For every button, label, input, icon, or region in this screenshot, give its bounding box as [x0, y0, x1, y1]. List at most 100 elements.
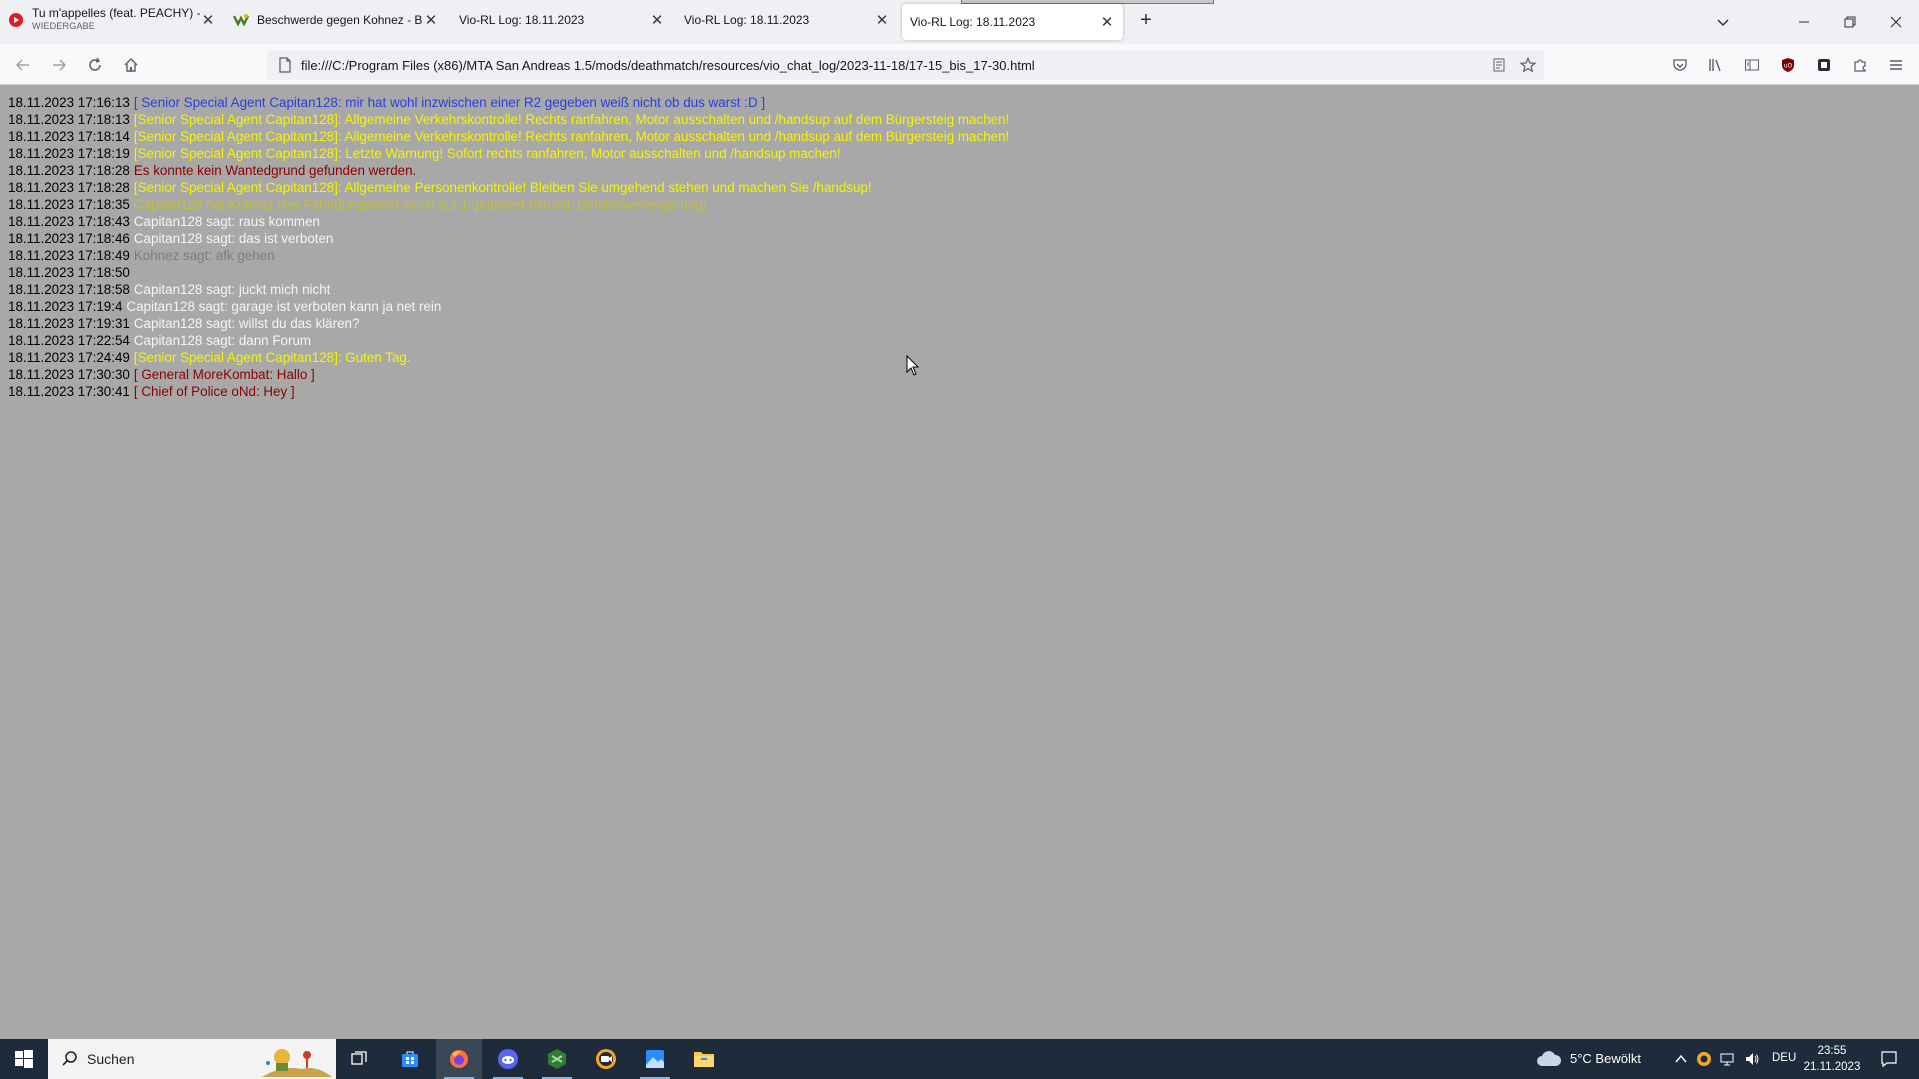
tab-playing-label: WIEDERGABE	[32, 21, 96, 31]
capture-app-button[interactable]	[583, 1039, 629, 1079]
log-timestamp: 18.11.2023 17:30:30	[8, 367, 130, 382]
log-message: Capitan128 sagt: raus kommen	[133, 214, 320, 229]
clock[interactable]: 23:55 21.11.2023	[1787, 1043, 1877, 1075]
arrow-left-icon	[15, 59, 29, 71]
close-icon[interactable]: ✕	[874, 12, 890, 29]
tab-youtube[interactable]: Tu m'appelles (feat. PEACHY) - WIEDERGAB…	[8, 0, 216, 40]
log-message: [ Senior Special Agent Capitan128: mir h…	[133, 95, 766, 110]
mouse-cursor-icon	[906, 355, 920, 376]
capture-icon	[596, 1049, 616, 1069]
taskbar-search[interactable]: Suchen	[48, 1039, 336, 1079]
log-message: Capitan128 hat Kohnez den Fahndungslevel…	[133, 197, 708, 212]
log-timestamp: 18.11.2023 17:16:13	[8, 95, 130, 110]
back-button[interactable]	[10, 52, 36, 78]
log-timestamp: 18.11.2023 17:22:54	[8, 333, 130, 348]
tab-title: Vio-RL Log: 18.11.2023	[684, 13, 810, 27]
close-icon[interactable]: ✕	[423, 12, 439, 29]
menu-button[interactable]	[1885, 54, 1907, 76]
network-icon[interactable]	[1719, 1051, 1735, 1067]
volume-icon[interactable]	[1744, 1051, 1760, 1067]
log-row: 18.11.2023 17:18:28 [Senior Special Agent…	[8, 179, 1009, 196]
game-icon	[548, 1049, 566, 1069]
sidebar-icon	[1745, 59, 1759, 71]
chevron-down-icon	[1717, 19, 1729, 26]
list-all-tabs-button[interactable]	[1700, 0, 1746, 44]
hamburger-menu-icon	[1890, 60, 1902, 70]
log-row: 18.11.2023 17:18:43 Capitan128 sagt: raus…	[8, 213, 1009, 230]
tab-title: Tu m'appelles (feat. PEACHY) -	[32, 7, 200, 20]
chevron-up-icon[interactable]	[1674, 1052, 1688, 1066]
firefox-icon	[450, 1050, 468, 1068]
extensions-button[interactable]	[1849, 54, 1871, 76]
forward-button[interactable]	[46, 52, 72, 78]
pocket-button[interactable]	[1669, 54, 1691, 76]
close-icon[interactable]: ✕	[649, 12, 665, 29]
file-explorer-app-button[interactable]	[681, 1039, 727, 1079]
close-icon[interactable]: ✕	[1099, 14, 1115, 31]
log-message: Capitan128 sagt: das ist verboten	[133, 231, 334, 246]
navigation-toolbar: file:///C:/Program Files (x86)/MTA San A…	[0, 44, 1919, 85]
log-message: Capitan128 sagt: juckt mich nicht	[133, 282, 331, 297]
reader-view-icon[interactable]	[1489, 55, 1509, 75]
extension-button[interactable]	[1813, 54, 1835, 76]
tray-app-icon[interactable]	[1696, 1051, 1712, 1067]
firefox-app-button[interactable]	[436, 1039, 482, 1079]
log-row: 18.11.2023 17:19:31 Capitan128 sagt: will…	[8, 315, 1009, 332]
pocket-icon	[1673, 59, 1687, 71]
sidebar-button[interactable]	[1741, 54, 1763, 76]
photos-icon	[646, 1050, 664, 1068]
game-app-button[interactable]	[534, 1039, 580, 1079]
ublock-shield-icon: uO	[1782, 58, 1794, 72]
log-message: Kohnez sagt: afk gehen	[133, 248, 275, 263]
chat-log: 18.11.2023 17:16:13[ Senior Special Agen…	[8, 94, 1009, 400]
library-icon	[1709, 59, 1721, 72]
tab-forum[interactable]: Beschwerde gegen Kohnez - Be ✕	[233, 0, 439, 40]
log-timestamp: 18.11.2023 17:18:14	[8, 129, 130, 144]
log-timestamp: 18.11.2023 17:18:13	[8, 112, 130, 127]
reload-button[interactable]	[82, 52, 108, 78]
log-message: [Senior Special Agent Capitan128]: Allge…	[133, 112, 1010, 127]
photos-app-button[interactable]	[632, 1039, 678, 1079]
notification-icon[interactable]	[1880, 1050, 1898, 1068]
tab-log-active[interactable]: Vio-RL Log: 18.11.2023 ✕	[902, 4, 1123, 40]
tab-log-2[interactable]: Vio-RL Log: 18.11.2023 ✕	[684, 0, 890, 40]
url-bar[interactable]: file:///C:/Program Files (x86)/MTA San A…	[267, 50, 1544, 80]
close-icon[interactable]: ✕	[200, 12, 216, 29]
bookmark-star-icon[interactable]	[1518, 55, 1538, 75]
tab-strip: Tu m'appelles (feat. PEACHY) - WIEDERGAB…	[0, 0, 1919, 44]
store-icon	[402, 1051, 418, 1067]
restore-button[interactable]	[1827, 0, 1873, 44]
weather-label[interactable]: 5°C Bewölkt	[1570, 1051, 1641, 1066]
log-timestamp: 18.11.2023 17:30:41	[8, 384, 130, 399]
ublock-extension-button[interactable]: uO	[1777, 54, 1799, 76]
minimize-button[interactable]	[1781, 0, 1827, 44]
folder-icon	[694, 1052, 714, 1067]
close-icon	[1890, 16, 1902, 28]
log-message: [ General MoreKombat: Hallo ]	[133, 367, 315, 382]
discord-app-button[interactable]	[485, 1039, 531, 1079]
store-app-button[interactable]	[387, 1039, 433, 1079]
log-timestamp: 18.11.2023 17:19:31	[8, 316, 130, 331]
log-row: 18.11.2023 17:18:28 Es konnte kein Wanted…	[8, 162, 1009, 179]
close-window-button[interactable]	[1873, 0, 1919, 44]
task-view-icon	[351, 1051, 367, 1065]
log-row: 18.11.2023 17:30:41[ Chief of Police oNd…	[8, 383, 1009, 400]
page-icon	[279, 57, 291, 73]
log-timestamp: 18.11.2023 17:18:35	[8, 197, 130, 212]
library-button[interactable]	[1705, 54, 1727, 76]
log-timestamp: 18.11.2023 17:19:4	[8, 299, 123, 314]
search-icon	[62, 1051, 77, 1066]
log-timestamp: 18.11.2023 17:18:28	[8, 163, 130, 178]
tab-log-1[interactable]: Vio-RL Log: 18.11.2023 ✕	[459, 0, 665, 40]
task-view-button[interactable]	[336, 1039, 382, 1079]
new-tab-button[interactable]: +	[1134, 8, 1158, 32]
log-timestamp: 18.11.2023 17:18:58	[8, 282, 130, 297]
forum-icon	[233, 12, 249, 28]
log-message: [Senior Special Agent Capitan128]: Allge…	[133, 129, 1010, 144]
clock-time: 23:55	[1817, 1045, 1847, 1057]
start-button[interactable]	[0, 1039, 48, 1079]
reload-icon	[89, 57, 101, 71]
url-text[interactable]: file:///C:/Program Files (x86)/MTA San A…	[301, 58, 1035, 73]
home-button[interactable]	[118, 52, 144, 78]
search-label: Suchen	[87, 1051, 135, 1067]
